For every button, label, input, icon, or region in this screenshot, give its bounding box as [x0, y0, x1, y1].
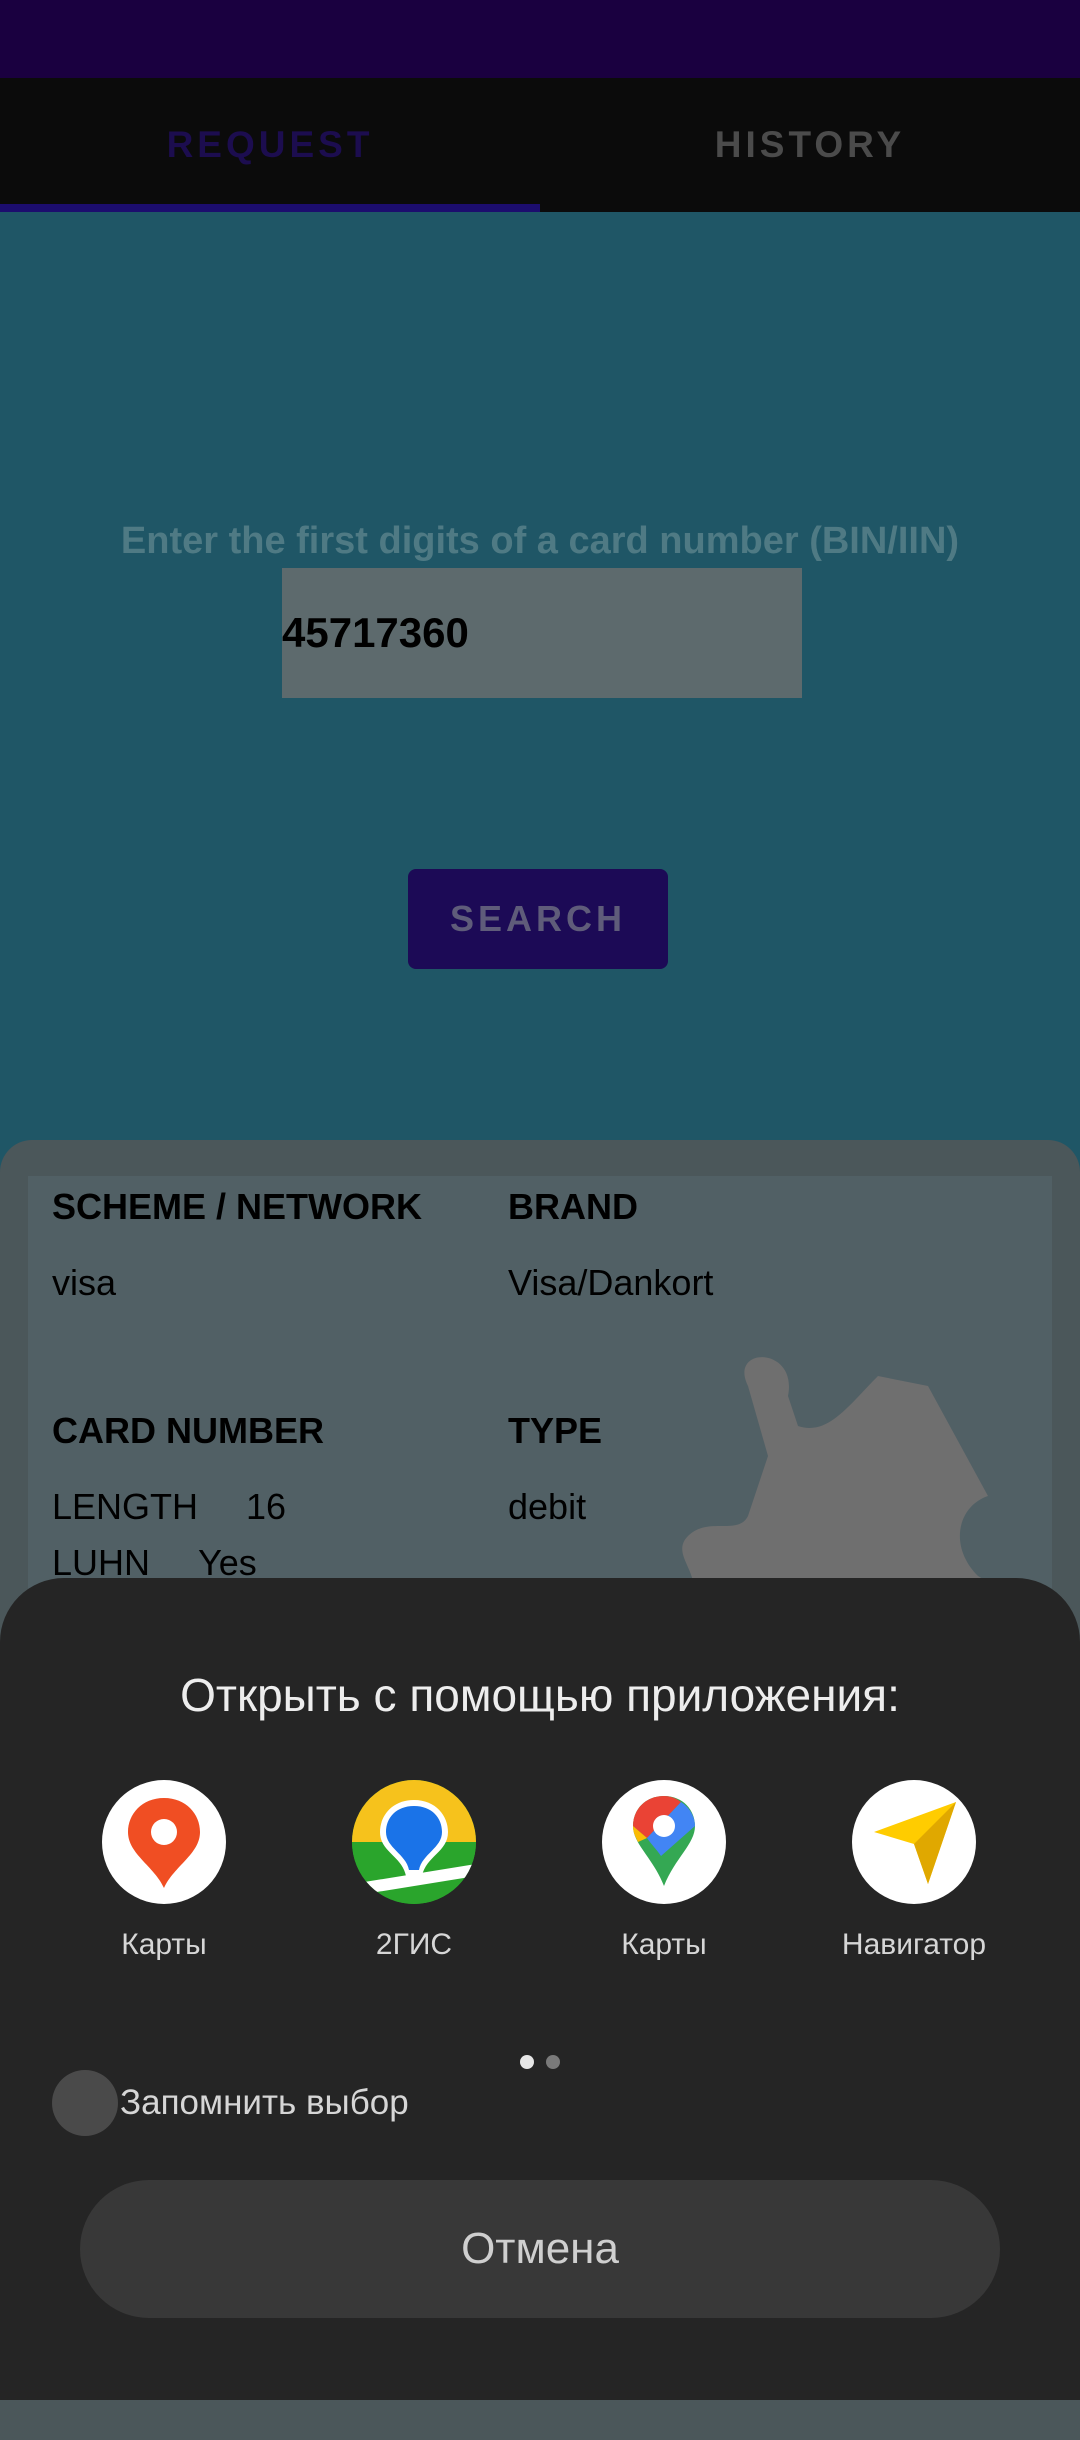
yandex-maps-icon [102, 1780, 226, 1904]
app-label: Карты [621, 1928, 707, 1961]
tab-indicator [0, 204, 540, 212]
app-label: Карты [121, 1928, 207, 1961]
cancel-button[interactable]: Отмена [80, 2180, 1000, 2318]
length-value: 16 [246, 1486, 287, 1527]
brand-header: BRAND [508, 1186, 638, 1227]
remember-choice-label: Запомнить выбор [120, 2083, 409, 2122]
app-option-yandex-maps[interactable]: Карты [64, 1780, 264, 1962]
yandex-navigator-icon [852, 1780, 976, 1904]
2gis-icon [352, 1780, 476, 1904]
chooser-title: Открыть с помощью приложения: [180, 1669, 900, 1721]
remember-choice-checkbox[interactable] [52, 2070, 118, 2136]
google-maps-icon [602, 1780, 726, 1904]
length-label: LENGTH [52, 1486, 199, 1527]
page-indicator [520, 2055, 560, 2071]
app-label: Навигатор [841, 1928, 987, 1961]
app-label: 2ГИС [375, 1928, 453, 1961]
scheme-value: visa [52, 1262, 117, 1303]
type-header: TYPE [508, 1410, 603, 1451]
app-option-google-maps[interactable]: Карты [564, 1780, 764, 1962]
tab-history[interactable]: HISTORY [540, 78, 1080, 212]
page-dot [546, 2055, 560, 2069]
bin-prompt-label: Enter the first digits of a card number … [120, 520, 960, 562]
type-value: debit [508, 1486, 587, 1527]
tab-request[interactable]: REQUEST [0, 78, 540, 212]
card-number-header: CARD NUMBER [52, 1410, 324, 1451]
status-bar [0, 0, 1080, 78]
brand-value: Visa/Dankort [508, 1262, 714, 1303]
bin-input[interactable]: 45717360 [282, 568, 802, 698]
app-option-2gis[interactable]: 2ГИС [314, 1780, 514, 1962]
tab-bar: REQUEST HISTORY [0, 78, 1080, 212]
search-button[interactable]: SEARCH [408, 869, 668, 969]
app-option-yandex-navigator[interactable]: Навигатор [814, 1780, 1014, 1962]
page-dot-active [520, 2055, 534, 2069]
scheme-header: SCHEME / NETWORK [52, 1186, 423, 1227]
app-chooser-sheet: Открыть с помощью приложения: Карты 2ГИС [0, 1578, 1080, 2400]
